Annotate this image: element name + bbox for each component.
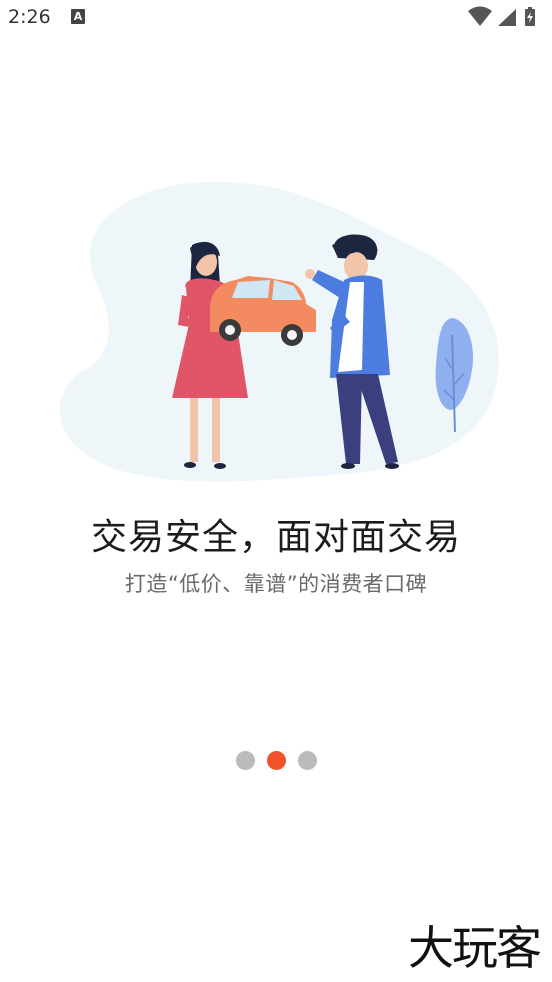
page-dot-1[interactable] (235, 751, 255, 770)
page-dot-3[interactable] (297, 751, 317, 770)
notification-a-icon: A (71, 9, 85, 24)
status-icons (468, 6, 535, 26)
onboarding-illustration (59, 181, 499, 482)
onboarding-title: 交易安全，面对面交易 (90, 517, 461, 558)
brand-logo: 大玩客 (408, 921, 542, 975)
signal-icon (498, 9, 516, 26)
onboarding-subtitle: 打造“低价、靠谱”的消费者口碑 (124, 572, 428, 596)
page-indicator (0, 751, 552, 771)
battery-icon (525, 7, 535, 26)
status-time: 2:26 (8, 6, 51, 28)
status-bar: 2:26 A (0, 0, 552, 36)
wifi-icon (468, 6, 492, 26)
page-dot-2-active[interactable] (266, 751, 286, 770)
